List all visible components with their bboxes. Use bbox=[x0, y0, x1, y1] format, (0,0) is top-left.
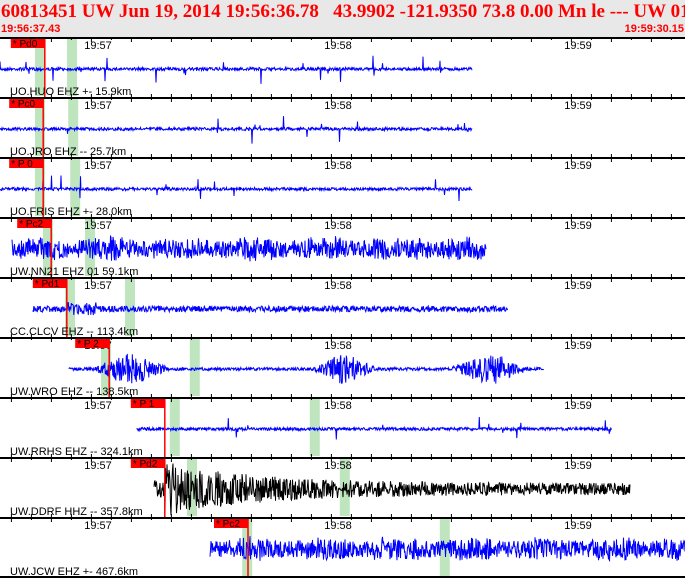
channel-panel[interactable]: 19:57 19:58 19:59 * Pd2 UW.DDRF HHZ -- 357.8… bbox=[0, 454, 685, 518]
channel-panel[interactable]: 19:57 19:58 19:59* Pc2UW.JCW EHZ +- 467.6k… bbox=[0, 514, 685, 578]
time-label: 19:58 bbox=[324, 160, 352, 172]
channel-label: UW.DDRF HHZ -- 357.8km bbox=[10, 506, 143, 518]
phase-window bbox=[189, 339, 200, 396]
channel-panel[interactable]: 19:57 19:58 19:59* P 0UO.FRIS EHZ +- 28.0k… bbox=[0, 154, 685, 218]
time-label: 19:57 bbox=[84, 220, 112, 232]
seismogram-viewer: 60813451 UW Jun 19, 2014 19:56:36.78 43.… bbox=[0, 0, 685, 578]
time-label: 19:58 bbox=[324, 280, 352, 292]
end-time: 19:59:30.15 bbox=[624, 23, 684, 35]
channel-panel[interactable]: 19:57 19:58 19:59 * Pc2 UW.NN21 EHZ 01 59.1k… bbox=[0, 214, 685, 278]
pick-label: * P 2 bbox=[77, 339, 99, 350]
pick-label: * P 0 bbox=[11, 159, 33, 170]
event-title: 60813451 UW Jun 19, 2014 19:56:36.78 43.… bbox=[1, 1, 685, 22]
time-label: 19:57 bbox=[84, 280, 112, 292]
waveform-trace bbox=[136, 416, 613, 440]
time-label: 19:59 bbox=[564, 220, 592, 232]
waveform-trace bbox=[32, 301, 509, 316]
time-label: 19:59 bbox=[564, 40, 592, 52]
waveform-trace bbox=[68, 353, 544, 384]
channel-label: UO.HUO EHZ +- 15.9km bbox=[10, 86, 131, 98]
channel-label: UW.RRHS EHZ -- 324.1km bbox=[10, 446, 143, 458]
time-label: 19:57 bbox=[84, 40, 112, 52]
channel-label: UO.JRO EHZ -- 25.7km bbox=[10, 146, 126, 158]
time-label: 19:59 bbox=[564, 280, 592, 292]
time-label: 19:57 bbox=[84, 400, 112, 412]
channel-panel[interactable]: 19:57 19:58 19:59 * P 1 UW.RRHS EHZ -- 324.1… bbox=[0, 394, 685, 458]
channel-panel[interactable]: 19:5719:5819:59* P 2UW.WRO EHZ -- 138.5k… bbox=[0, 334, 685, 398]
time-label: 19:59 bbox=[564, 520, 592, 532]
time-label: 19:57 bbox=[84, 160, 112, 172]
channel-label: UW.NN21 EHZ 01 59.1km bbox=[10, 266, 138, 278]
pick-label: * Pc0 bbox=[11, 99, 35, 110]
time-label: 19:58 bbox=[324, 520, 352, 532]
time-label: 19:59 bbox=[564, 100, 592, 112]
waveform-trace bbox=[11, 234, 487, 262]
pick-label: * Pd0 bbox=[13, 39, 38, 50]
time-label: 19:57 bbox=[84, 100, 112, 112]
event-header: 60813451 UW Jun 19, 2014 19:56:36.78 43.… bbox=[0, 0, 685, 37]
channel-panel[interactable]: 19:57 19:58 19:59 * Pd0 UO.HUO EHZ +- 15.9km bbox=[0, 37, 685, 98]
time-label: 19:59 bbox=[564, 340, 592, 352]
time-label: 19:58 bbox=[324, 460, 352, 472]
pick-label: * Pd1 bbox=[35, 279, 60, 290]
pick-label: * Pd2 bbox=[133, 459, 158, 470]
time-label: 19:57 bbox=[84, 520, 112, 532]
pick-label: * P 1 bbox=[133, 399, 155, 410]
time-label: 19:58 bbox=[324, 100, 352, 112]
channel-panel[interactable]: 19:57 19:58 19:59 * Pc0 UO.JRO EHZ -- 25.7km bbox=[0, 94, 685, 158]
waveform-panels[interactable]: 19:57 19:58 19:59 * Pd0 UO.HUO EHZ +- 15.9km… bbox=[0, 37, 685, 578]
time-label: 19:58 bbox=[324, 400, 352, 412]
channel-panel[interactable]: 19:57 19:58 19:59 * Pd1 CC.CLCV EHZ -- 113.4… bbox=[0, 274, 685, 338]
time-label: 19:59 bbox=[564, 160, 592, 172]
channel-label: CC.CLCV EHZ -- 113.4km bbox=[10, 326, 138, 338]
pick-label: * Pc2 bbox=[19, 219, 43, 230]
time-label: 19:58 bbox=[324, 40, 352, 52]
channel-label: UW.WRO EHZ -- 138.5km bbox=[10, 386, 138, 398]
phase-window bbox=[169, 399, 180, 456]
time-label: 19:59 bbox=[564, 460, 592, 472]
pick-label: * Pc2 bbox=[216, 519, 240, 530]
time-label: 19:58 bbox=[324, 340, 352, 352]
waveform-trace bbox=[153, 463, 631, 516]
time-label: 19:57 bbox=[84, 460, 112, 472]
time-label: 19:59 bbox=[564, 400, 592, 412]
time-label: 19:58 bbox=[324, 220, 352, 232]
start-time: 19:56:37.43 bbox=[1, 23, 61, 35]
